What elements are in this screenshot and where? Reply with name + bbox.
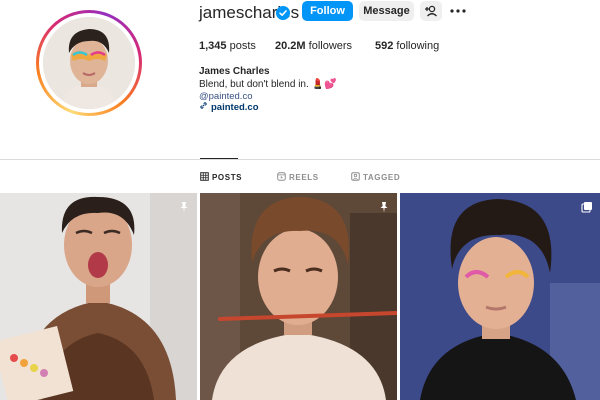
following-count: 592 bbox=[375, 40, 394, 52]
post-tile[interactable] bbox=[0, 193, 197, 400]
follow-button[interactable]: Follow bbox=[302, 1, 353, 21]
followers-stat[interactable]: 20.2M followers bbox=[275, 40, 352, 52]
website-link-text: painted.co bbox=[211, 101, 259, 113]
carousel-icon bbox=[581, 200, 593, 218]
link-icon bbox=[199, 101, 208, 113]
tab-tagged[interactable]: TAGGED bbox=[351, 172, 400, 183]
avatar[interactable] bbox=[43, 17, 135, 109]
reels-icon bbox=[277, 172, 286, 183]
tab-posts-label: POSTS bbox=[212, 173, 243, 182]
tab-posts[interactable]: POSTS bbox=[200, 172, 242, 183]
tab-tagged-label: TAGGED bbox=[363, 173, 401, 182]
full-name: James Charles bbox=[199, 66, 270, 77]
following-label: following bbox=[396, 40, 440, 52]
verified-badge-icon bbox=[276, 6, 290, 20]
pin-icon bbox=[378, 200, 390, 218]
pin-icon bbox=[178, 200, 190, 218]
more-options-button[interactable] bbox=[448, 1, 468, 21]
bio-text: Blend, but don't blend in. 💄💕 bbox=[199, 79, 337, 90]
followers-label: followers bbox=[308, 40, 353, 52]
following-stat[interactable]: 592 following bbox=[375, 40, 439, 52]
active-tab-indicator bbox=[200, 158, 238, 159]
tab-reels[interactable]: REELS bbox=[277, 172, 319, 183]
more-icon bbox=[448, 9, 468, 24]
post-tile[interactable] bbox=[400, 193, 600, 400]
posts-stat: 1,345 posts bbox=[199, 40, 256, 52]
followers-count: 20.2M bbox=[275, 40, 306, 52]
posts-count: 1,345 bbox=[199, 40, 227, 52]
grid-icon bbox=[200, 172, 209, 183]
suggested-users-button[interactable] bbox=[420, 1, 442, 21]
posts-label: posts bbox=[229, 40, 256, 52]
message-button[interactable]: Message bbox=[359, 1, 414, 21]
tabs-divider bbox=[0, 159, 600, 160]
tagged-icon bbox=[351, 172, 360, 183]
tab-reels-label: REELS bbox=[289, 173, 319, 182]
website-link[interactable]: painted.co bbox=[199, 101, 259, 113]
post-tile[interactable] bbox=[200, 193, 397, 400]
add-user-icon bbox=[420, 5, 442, 24]
